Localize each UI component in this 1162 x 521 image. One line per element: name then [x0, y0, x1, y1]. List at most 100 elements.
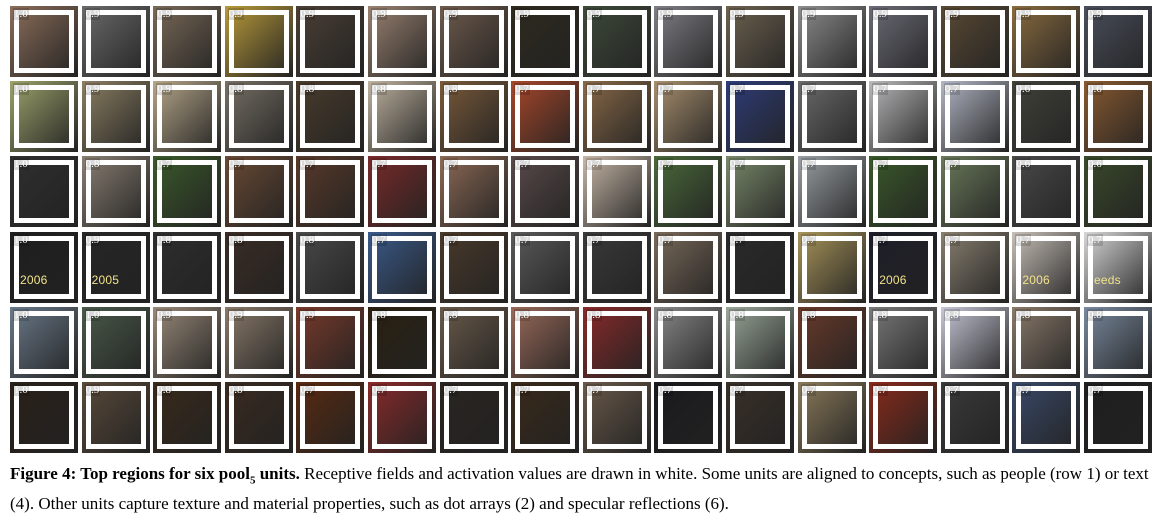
figure-caption: Figure 4: Top regions for six pool5 unit…: [10, 462, 1152, 516]
activation-value: 0.8: [156, 384, 172, 396]
region-tile: 0.7: [582, 231, 651, 303]
activation-value: 0.7: [943, 233, 960, 246]
activation-value: 0.7: [872, 233, 888, 246]
activation-value: 0.8: [227, 384, 244, 396]
activation-value: 0.9: [800, 8, 817, 20]
activation-value: 0.7: [800, 384, 817, 396]
region-tile: 0.7: [797, 156, 866, 228]
activation-value: 0.8: [299, 83, 316, 96]
region-tile: 0.8: [1012, 306, 1081, 378]
activation-value: 0.9: [1087, 8, 1103, 20]
region-tile: 1.0: [81, 306, 150, 378]
region-tile: 0.8: [439, 81, 508, 153]
region-tile: 0.7: [511, 81, 580, 153]
region-tile: 0.9: [296, 306, 365, 378]
region-tile: 0.9: [869, 6, 938, 77]
activation-value: 1.0: [13, 8, 29, 20]
activation-value: 0.7: [299, 384, 316, 396]
activation-value: 0.9: [299, 308, 316, 321]
activation-value: 0.9: [585, 8, 602, 20]
activation-value: 0.6: [1015, 158, 1032, 171]
region-tile: 0.7: [439, 231, 508, 303]
region-tile: 0.8: [81, 156, 150, 228]
activation-value: 0.8: [371, 83, 387, 96]
activation-value: 0.7: [1087, 233, 1103, 246]
region-tile: 0.7: [726, 156, 794, 228]
activation-value: 0.7: [442, 384, 459, 396]
activation-value: 0.7: [943, 83, 960, 96]
region-tile: 0.7: [797, 382, 866, 453]
region-tile: 0.9: [439, 6, 508, 77]
activation-value: 1.0: [13, 83, 29, 96]
region-tile: 0.7: [797, 81, 866, 153]
region-tile: 2006 1.0: [10, 231, 78, 303]
region-tile: 0.7: [368, 382, 436, 453]
region-tile: 2005 0.9: [81, 231, 150, 303]
activation-value: 0.9: [299, 8, 316, 20]
region-tile: 0.7: [582, 156, 651, 228]
activation-value: 0.7: [1015, 384, 1032, 396]
region-tile: 1.0: [10, 6, 78, 77]
region-tile: 0.8: [368, 81, 436, 153]
region-tile: 0.7: [582, 81, 651, 153]
region-tile: 0.9: [224, 6, 293, 77]
region-tile: 0.9: [296, 6, 365, 77]
activation-value: 0.8: [227, 83, 244, 96]
activation-value: 0.7: [514, 158, 530, 171]
region-tile: 1.0: [10, 81, 78, 153]
region-tile: 0.7: [511, 231, 580, 303]
region-tile: 0.9: [726, 6, 794, 77]
activation-value: 0.9: [84, 233, 101, 246]
region-tile: 0.8: [296, 81, 365, 153]
activation-value: 0.6: [1087, 158, 1103, 171]
region-tile: 0.9: [582, 6, 651, 77]
region-tile: 0.7: [439, 382, 508, 453]
activation-value: 1.0: [13, 158, 29, 171]
activation-value: 0.7: [800, 83, 817, 96]
region-tile: 0.9: [81, 6, 150, 77]
activation-value: 0.7: [872, 83, 888, 96]
activation-value: 0.9: [371, 8, 387, 20]
region-tile: 0.7: [511, 156, 580, 228]
activation-value: 0.7: [371, 158, 387, 171]
region-tile: 0.8: [224, 81, 293, 153]
region-tile: 0.7: [654, 156, 723, 228]
activation-value: 0.8: [442, 83, 459, 96]
region-tile: 0.6: [1084, 81, 1152, 153]
activation-value: 0.8: [800, 308, 817, 321]
activation-value: 0.7: [156, 158, 172, 171]
activation-value: 0.7: [585, 384, 602, 396]
region-tile: 0.7: [726, 231, 794, 303]
region-tile: eeds 0.7: [1084, 231, 1152, 303]
region-tile: 0.8: [224, 382, 293, 453]
unit-row-2: 1.0 0.9 0.9 0.8 0.8 0.8 0.8 0.7 0.7 0.7 0.7 0.7 0.7 0…: [10, 81, 1152, 153]
region-tile: 0.8: [726, 306, 794, 378]
region-tile: 0.7: [940, 231, 1009, 303]
activation-value: 0.7: [729, 158, 745, 171]
region-tile: 0.6: [1012, 81, 1081, 153]
activation-value: 0.9: [729, 8, 745, 20]
region-tile: 0.7: [940, 382, 1009, 453]
activation-value: 1.0: [13, 233, 29, 246]
region-tile: 0.7: [582, 382, 651, 453]
activation-value: 0.7: [943, 158, 960, 171]
activation-value: 0.7: [585, 158, 602, 171]
region-tile: 0.7: [869, 156, 938, 228]
region-tile: 1.0: [10, 306, 78, 378]
activation-value: 0.9: [84, 83, 101, 96]
region-tile: 0.7: [368, 156, 436, 228]
region-tile: 0.9: [1012, 6, 1081, 77]
region-tile: 0.7: [296, 382, 365, 453]
region-tile: 0.9: [940, 6, 1009, 77]
activation-value: 0.9: [943, 8, 960, 20]
activation-value: 0.7: [514, 83, 530, 96]
region-tile: 0.9: [153, 306, 222, 378]
activation-value: 1.0: [13, 308, 29, 321]
region-tile: 0.8: [511, 306, 580, 378]
region-tile: 1.0: [10, 382, 78, 453]
region-tile: 0.7: [224, 156, 293, 228]
activation-value: 0.9: [84, 8, 101, 20]
activation-value: 0.6: [1015, 83, 1032, 96]
region-tile: 0.8: [940, 306, 1009, 378]
activation-value: 0.8: [227, 233, 244, 246]
